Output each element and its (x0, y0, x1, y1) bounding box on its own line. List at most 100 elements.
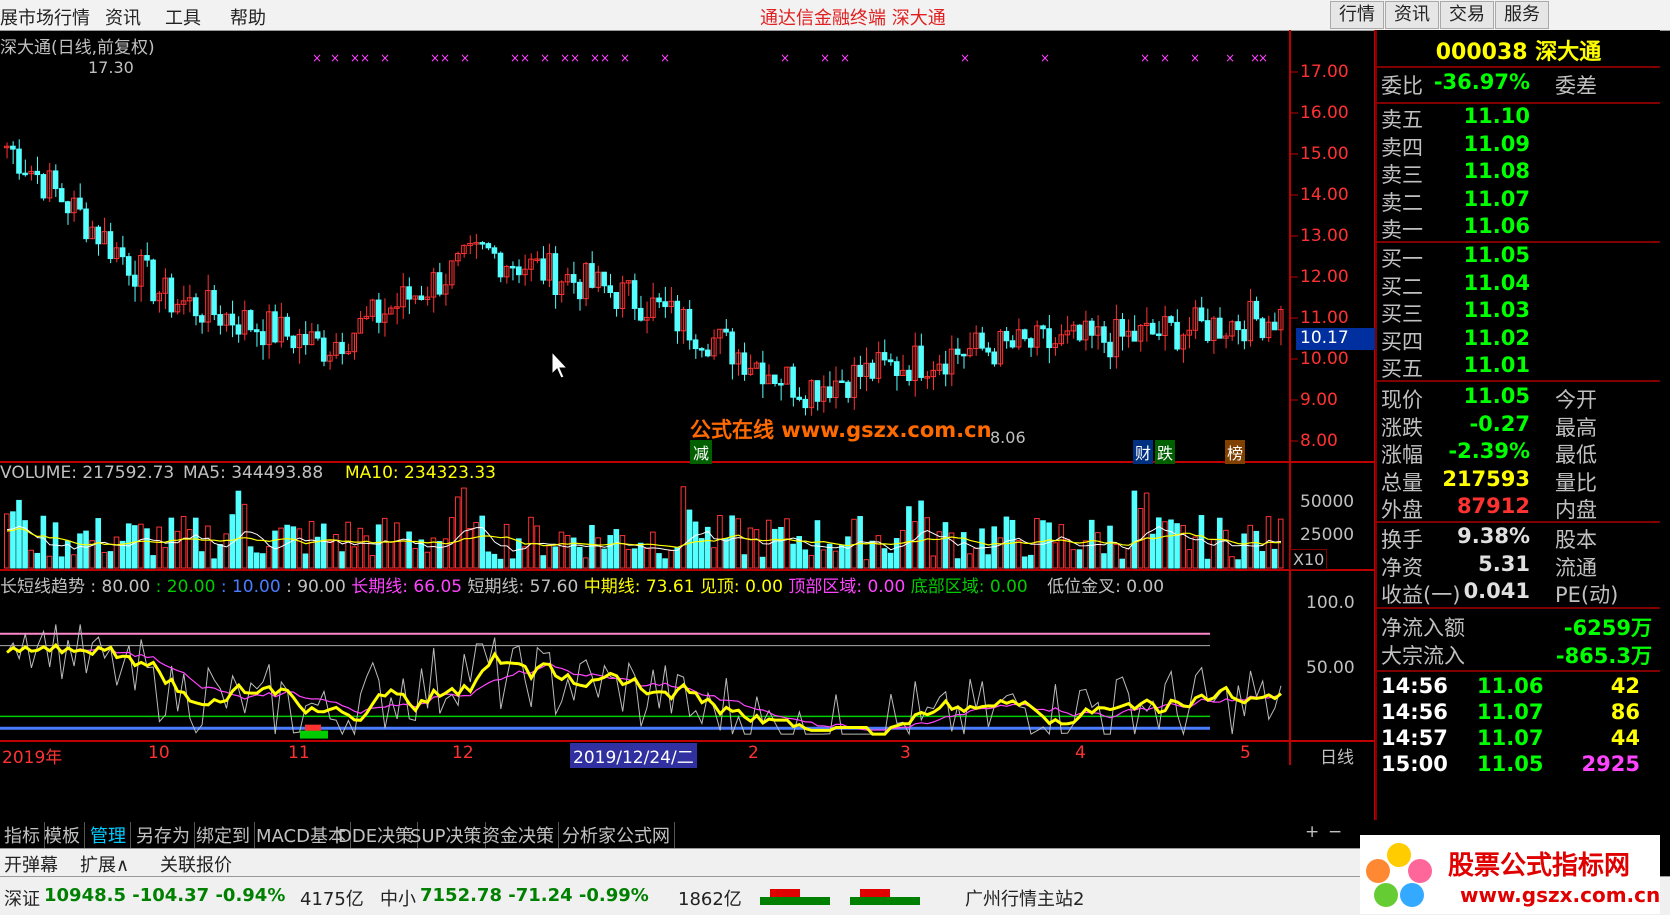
volume-bar (625, 548, 632, 569)
stat-row: 总量 217593 量比 (1377, 467, 1660, 497)
weibi-value: -36.97% (1433, 70, 1530, 94)
btn-service[interactable]: 服务 (1495, 1, 1549, 29)
volume-bar (150, 555, 156, 569)
chart-title: 深大通(日线,前复权) (0, 38, 155, 58)
candle-body (284, 316, 290, 337)
stat-row-label2: 量比 (1555, 470, 1597, 495)
volume-bar (1174, 523, 1180, 569)
indicator-tab[interactable]: 指标 (0, 822, 45, 848)
sell-level-2-label: 卖二 (1381, 190, 1423, 215)
date-label-may: 5 (1240, 743, 1251, 763)
event-rank-badge[interactable]: 榜 (1225, 440, 1246, 464)
menu-help[interactable]: 帮助 (230, 4, 266, 30)
volume-bar (71, 554, 77, 569)
candle-body (491, 247, 498, 254)
volume-bar (900, 529, 906, 569)
indicator-mid: 中期线: 73.61 (583, 577, 695, 597)
volume-bar (613, 529, 620, 569)
stat-row-label2: 内盘 (1555, 498, 1597, 522)
bottom-zone-marker (300, 730, 328, 739)
tick-price: 11.05 (1477, 752, 1544, 776)
indicator-tab[interactable]: 分析家公式网 (558, 822, 675, 848)
candle-body (40, 174, 47, 199)
flow-label: 大宗流入 (1381, 644, 1465, 668)
volume-bar (808, 554, 815, 569)
volume-bar (583, 557, 589, 569)
volume-bar (357, 527, 364, 569)
volume-label: VOLUME: 217592.73 (0, 463, 175, 483)
event-finance-badge[interactable]: 财 (1133, 440, 1154, 464)
indicator-tab[interactable]: SUP决策 (406, 822, 487, 848)
candle-body (10, 145, 16, 150)
volume-bar (34, 552, 41, 569)
volume-bar (327, 540, 333, 569)
btn-news[interactable]: 资讯 (1385, 1, 1439, 29)
date-label-mar: 3 (900, 743, 911, 763)
candle-body (217, 314, 223, 326)
app-title: 通达信金融终端 深大通 (760, 8, 946, 29)
indicator-tab[interactable]: 另存为 (132, 822, 195, 848)
candle-body (674, 300, 681, 332)
low-marker: 8.06 (990, 428, 1026, 447)
candle-body (64, 201, 71, 214)
danmaku-toggle[interactable]: 开弹幕 (4, 851, 58, 877)
tick-price: 11.07 (1477, 726, 1544, 750)
volume-bar (1168, 519, 1174, 569)
volume-bar (192, 517, 199, 569)
volume-bar (1277, 518, 1284, 569)
indicator-tab[interactable]: 绑定到 (192, 822, 255, 848)
tick-volume: 2925 (1581, 752, 1640, 776)
event-dot-marker: × (350, 51, 360, 65)
period-label[interactable]: 日线 (1320, 743, 1354, 768)
indicator-tab[interactable]: 模板 (40, 822, 85, 848)
candle-body (95, 226, 102, 245)
btn-trade[interactable]: 交易 (1440, 1, 1494, 29)
menu-market[interactable]: 展市场行情 (0, 4, 90, 30)
kline-svg[interactable]: × × × × × × × × × × × × × × × × × × × × × × × × × × ×× (0, 30, 1375, 820)
volume-bar (509, 558, 516, 569)
menu-news[interactable]: 资讯 (105, 4, 141, 30)
candle-body (1216, 317, 1223, 339)
volume-bar (692, 521, 699, 569)
candle-body (985, 347, 991, 353)
event-drop-badge[interactable]: 跌 (1155, 440, 1176, 464)
buy-level-5-label: 买五 (1381, 357, 1423, 381)
volume-bar (479, 515, 486, 569)
candle-body (601, 271, 607, 287)
candle-body (290, 335, 297, 349)
buy-level-3-label: 买三 (1381, 302, 1423, 326)
volume-bar (881, 548, 888, 569)
zoom-out-button[interactable]: − (1328, 822, 1342, 842)
event-dot-marker: × (1190, 51, 1200, 65)
event-dot-marker: × (330, 51, 340, 65)
date-label-year: 2019年 (2, 748, 63, 768)
indicator-tab[interactable]: 管理 (86, 822, 131, 848)
volume-bar (1229, 556, 1235, 569)
volume-bar (1021, 556, 1028, 569)
menu-tools[interactable]: 工具 (165, 4, 201, 30)
volume-bar (522, 546, 528, 569)
volume-bar (723, 537, 729, 569)
server-name: 广州行情主站2 (965, 889, 1085, 910)
expand-toggle[interactable]: 扩展∧ (80, 851, 129, 877)
zx-amount: 1862亿 (678, 889, 742, 910)
kline-chart-area[interactable]: × × × × × × × × × × × × × × × × × × × × × × × × × × × × 深大通(日线,前复权)… (0, 30, 1378, 820)
related-quote-button[interactable]: 关联报价 (160, 851, 232, 877)
extra-row-label2: PE(动) (1555, 583, 1619, 607)
candle-body (107, 231, 114, 260)
candle-body (1119, 319, 1126, 337)
volume-bar (138, 523, 144, 569)
candle-body (790, 366, 796, 398)
event-dot-marker: × (520, 51, 530, 65)
indicator-tab[interactable]: 资金决策 (478, 822, 559, 848)
indicator-tick-50: 50.00 (1306, 658, 1355, 678)
candle-body (991, 351, 998, 365)
volume-bar (266, 546, 272, 569)
stat-row-label2: 最高 (1555, 415, 1597, 440)
event-dot-marker: × (840, 51, 850, 65)
zoom-in-button[interactable]: + (1305, 822, 1319, 842)
volume-bar (174, 530, 181, 569)
btn-quotes[interactable]: 行情 (1330, 1, 1384, 29)
candle-body (272, 311, 278, 343)
volume-bar (272, 530, 278, 569)
